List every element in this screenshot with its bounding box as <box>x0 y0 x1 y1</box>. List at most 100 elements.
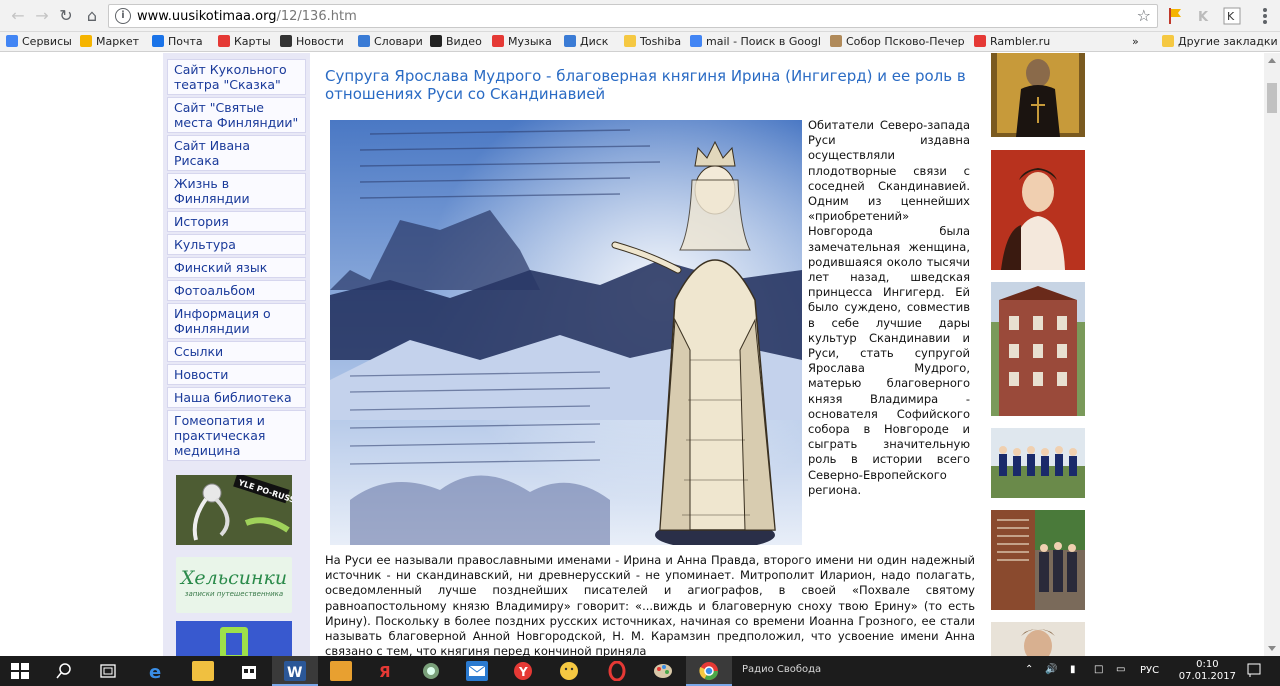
address-bar[interactable]: i www.uusikotimaa.org/12/136.htm ☆ <box>108 4 1158 28</box>
scroll-thumb[interactable] <box>1267 83 1277 113</box>
bookmark-item[interactable]: Новости <box>280 35 344 49</box>
more-bookmarks-button[interactable]: » <box>1132 35 1139 49</box>
yandex-flag-icon[interactable] <box>1166 6 1186 26</box>
chrome-menu-icon[interactable] <box>1262 6 1268 26</box>
media-player-icon[interactable] <box>330 661 352 681</box>
file-explorer-icon[interactable] <box>192 661 214 681</box>
bookmark-favicon-icon <box>80 35 92 47</box>
battery-icon[interactable]: ▮ <box>1070 664 1076 675</box>
sidebar-menu-item[interactable]: Информация о Финляндии <box>167 303 306 339</box>
display-icon[interactable]: ▭ <box>1116 664 1125 675</box>
sidebar-menu-item[interactable]: Жизнь в Финляндии <box>167 173 306 209</box>
task-view-icon[interactable] <box>98 661 120 681</box>
windows-taskbar: e W Я Y Радио Свобода ⌃ 🔊 ▮ □ ▭ РУС 0:10… <box>0 656 1280 686</box>
clock[interactable]: 0:10 07.01.2017 <box>1179 659 1236 683</box>
app-circle-icon[interactable] <box>420 661 442 681</box>
sidebar-menu-item[interactable]: Наша библиотека <box>167 387 306 408</box>
tray-chevron-icon[interactable]: ⌃ <box>1025 664 1033 675</box>
page-scrollbar[interactable] <box>1264 53 1280 656</box>
bookmark-item[interactable]: Словари <box>358 35 423 49</box>
svg-text:Я: Я <box>379 663 391 681</box>
opera-icon[interactable] <box>606 660 628 682</box>
chrome-icon[interactable] <box>698 661 720 681</box>
sidebar-menu-item[interactable]: Ссылки <box>167 341 306 362</box>
bookmark-item[interactable]: Собор Псково-Печер <box>830 35 965 49</box>
library-banner[interactable] <box>176 621 292 656</box>
bookmark-label: Музыка <box>508 35 552 48</box>
yle-banner[interactable]: YLE PO-RUSSKI <box>176 472 305 545</box>
scroll-down-icon[interactable] <box>1268 646 1276 651</box>
orchestra-thumbnail[interactable] <box>991 428 1085 498</box>
info-icon[interactable]: i <box>115 8 131 24</box>
edge-icon[interactable]: e <box>146 661 168 683</box>
network-icon[interactable]: □ <box>1094 664 1103 675</box>
clock-date: 07.01.2017 <box>1178 671 1236 682</box>
bookmark-item[interactable]: Видео <box>430 35 482 49</box>
word-icon[interactable]: W <box>284 661 306 681</box>
sidebar-menu-item[interactable]: Гомеопатия и практическая медицина <box>167 410 306 461</box>
extension-kaspersky-icon[interactable]: K <box>1222 6 1242 26</box>
extension-k-icon[interactable]: K <box>1194 6 1214 26</box>
article-title: Супруга Ярослава Мудрого - благоверная к… <box>325 67 966 103</box>
yandex-browser-icon[interactable]: Я <box>374 661 396 681</box>
sidebar-menu-item[interactable]: Фотоальбом <box>167 280 306 301</box>
notifications-icon[interactable] <box>1246 662 1262 681</box>
sidebar-menu-item[interactable]: Сайт Ивана Рисака <box>167 135 306 171</box>
bookmark-favicon-icon <box>564 35 576 47</box>
svg-text:e: e <box>149 662 161 681</box>
bookmark-item[interactable]: Карты <box>218 35 271 49</box>
volume-icon[interactable]: 🔊 <box>1045 664 1057 675</box>
bookmark-item[interactable]: Музыка <box>492 35 552 49</box>
yandex-icon[interactable]: Y <box>512 661 534 681</box>
bookmark-favicon-icon <box>830 35 842 47</box>
clock-time: 0:10 <box>1196 659 1219 670</box>
helsinki-banner[interactable]: Хельсинки записки путешественника <box>176 557 292 613</box>
svg-text:W: W <box>287 665 302 681</box>
general-portrait-thumbnail[interactable] <box>991 622 1085 656</box>
bookmark-favicon-icon <box>974 35 986 47</box>
reload-icon[interactable]: ↻ <box>56 6 76 26</box>
bookmark-item[interactable]: Маркет <box>80 35 139 49</box>
bookmark-item[interactable]: mail - Поиск в Googl <box>690 35 821 49</box>
bookmark-favicon-icon <box>624 35 636 47</box>
radio-label: Радио Свобода <box>742 664 822 675</box>
paint-icon[interactable] <box>652 661 674 681</box>
back-icon[interactable]: ← <box>8 6 28 26</box>
emoji-app-icon[interactable] <box>558 661 580 681</box>
bookmark-star-icon[interactable]: ☆ <box>1137 6 1151 25</box>
bookmark-label: Toshiba <box>640 35 682 48</box>
bookmark-item[interactable]: Toshiba <box>624 35 681 49</box>
windows-start-icon[interactable] <box>10 661 32 681</box>
scroll-up-icon[interactable] <box>1268 58 1276 63</box>
helsinki-banner-title: Хельсинки <box>180 567 288 589</box>
bookmark-favicon-icon <box>6 35 18 47</box>
forward-icon[interactable]: → <box>32 6 52 26</box>
portrait-lady-thumbnail[interactable] <box>991 150 1085 270</box>
helsinki-banner-subtitle: записки путешественника <box>184 590 284 598</box>
bookmark-item[interactable]: Почта <box>152 35 203 49</box>
sidebar-menu-item[interactable]: Финский язык <box>167 257 306 278</box>
bookmark-item[interactable]: Сервисы <box>6 35 72 49</box>
language-indicator[interactable]: РУС <box>1140 665 1159 676</box>
svg-text:K: K <box>1198 10 1209 25</box>
sidebar-menu-item[interactable]: Сайт Кукольного театра "Сказка" <box>167 59 306 95</box>
memorial-thumbnail[interactable] <box>991 510 1085 610</box>
mail-icon[interactable] <box>466 661 488 681</box>
home-icon[interactable]: ⌂ <box>82 6 102 26</box>
sidebar-menu-item[interactable]: Сайт "Святые места Финляндии" <box>167 97 306 133</box>
side-paragraph: Обитатели Северо-запада Руси издавна осу… <box>808 118 970 497</box>
folder-icon <box>1162 35 1174 47</box>
icon-saint-thumbnail[interactable] <box>991 53 1085 137</box>
building-thumbnail[interactable] <box>991 282 1085 416</box>
bookmark-label: Rambler.ru <box>990 35 1051 48</box>
sidebar-menu-item[interactable]: Новости <box>167 364 306 385</box>
bookmark-item[interactable]: Rambler.ru <box>974 35 1050 49</box>
sidebar-menu-item[interactable]: История <box>167 211 306 232</box>
other-bookmarks-folder[interactable]: Другие закладки <box>1162 35 1278 49</box>
sidebar-menu-item[interactable]: Культура <box>167 234 306 255</box>
bookmark-item[interactable]: Диск <box>564 35 608 49</box>
search-icon[interactable] <box>54 661 76 681</box>
browser-toolbar: ← → ↻ ⌂ i www.uusikotimaa.org/12/136.htm… <box>0 0 1280 32</box>
store-icon[interactable] <box>238 661 260 681</box>
bookmark-favicon-icon <box>690 35 702 47</box>
